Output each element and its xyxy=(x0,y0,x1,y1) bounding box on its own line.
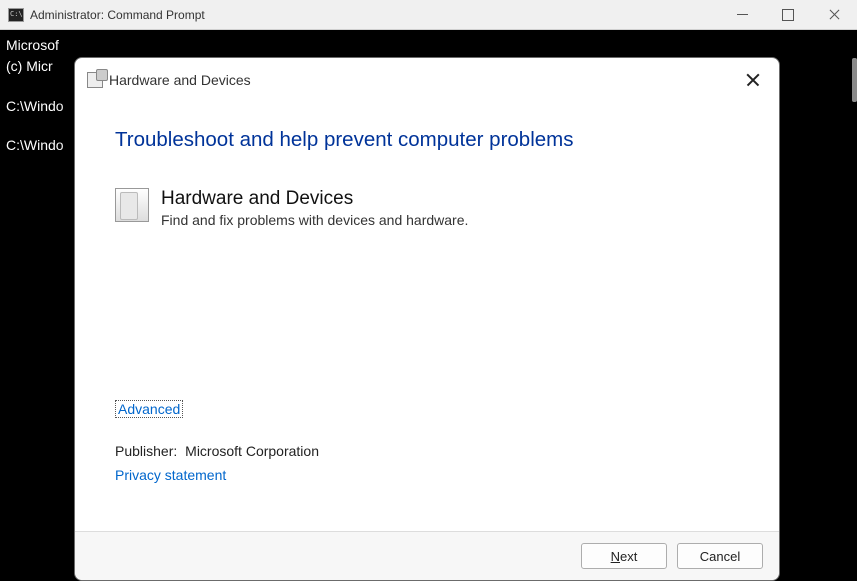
window-close-button[interactable] xyxy=(811,0,857,29)
device-icon xyxy=(115,188,149,222)
item-title: Hardware and Devices xyxy=(161,188,468,210)
maximize-button[interactable] xyxy=(765,0,811,29)
terminal-scrollbar[interactable] xyxy=(852,58,857,102)
dialog-body: Troubleshoot and help prevent computer p… xyxy=(75,98,779,531)
window-title: Administrator: Command Prompt xyxy=(30,8,719,22)
publisher-row: Publisher: Microsoft Corporation xyxy=(115,443,739,459)
window-controls xyxy=(719,0,857,29)
dialog-title: Hardware and Devices xyxy=(109,72,251,88)
minimize-button[interactable] xyxy=(719,0,765,29)
dialog-close-button[interactable] xyxy=(743,70,763,90)
troubleshooter-item: Hardware and Devices Find and fix proble… xyxy=(115,188,739,228)
troubleshooter-dialog: Hardware and Devices Troubleshoot and he… xyxy=(74,57,780,581)
cmd-icon xyxy=(8,8,24,22)
publisher-label: Publisher: xyxy=(115,443,177,459)
headline-text: Troubleshoot and help prevent computer p… xyxy=(115,128,739,152)
cmd-titlebar: Administrator: Command Prompt xyxy=(0,0,857,30)
dialog-header: Hardware and Devices xyxy=(75,58,779,98)
hardware-icon xyxy=(87,72,103,88)
dialog-footer: Next Cancel xyxy=(75,531,779,580)
item-description: Find and fix problems with devices and h… xyxy=(161,212,468,228)
privacy-statement-link[interactable]: Privacy statement xyxy=(115,467,226,483)
publisher-value: Microsoft Corporation xyxy=(185,443,319,459)
next-button[interactable]: Next xyxy=(581,543,667,569)
cancel-button[interactable]: Cancel xyxy=(677,543,763,569)
advanced-link[interactable]: Advanced xyxy=(115,400,183,418)
